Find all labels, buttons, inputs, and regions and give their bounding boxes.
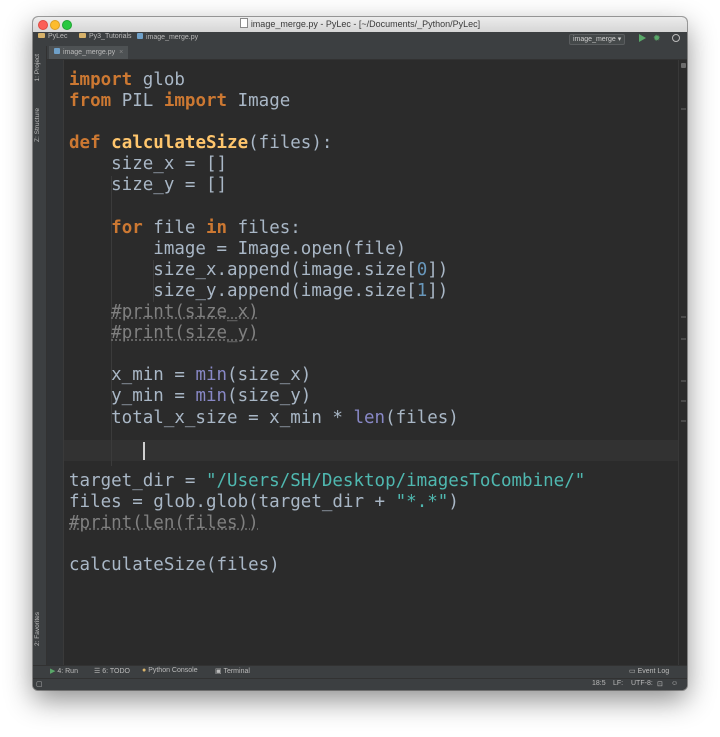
structure-tool-button[interactable]: Z: Structure — [34, 108, 41, 142]
project-tool-label: 1: Project — [34, 54, 41, 82]
breadcrumb-file[interactable]: image_merge.py — [137, 33, 198, 41]
debug-icon[interactable]: ✹ — [653, 33, 661, 44]
breadcrumb-label: image_merge.py — [146, 34, 199, 41]
text-caret — [143, 442, 145, 460]
window-title: image_merge.py - PyLec - [~/Documents/_P… — [250, 19, 481, 29]
chevron-down-icon: ▾ — [617, 36, 622, 43]
project-tool-button[interactable]: 1: Project — [34, 54, 41, 81]
run-tool-label: 4: Run — [57, 668, 78, 675]
file-encoding[interactable]: UTF-8: — [631, 680, 653, 687]
scroll-marker[interactable] — [681, 338, 686, 340]
scroll-marker[interactable] — [681, 380, 686, 382]
line-separator[interactable]: LF: — [613, 680, 623, 687]
title-bar: image_merge.py - PyLec - [~/Documents/_P… — [33, 17, 687, 33]
scroll-marker[interactable] — [681, 400, 686, 402]
breadcrumb-label: Py3_Tutorials — [89, 33, 132, 40]
scroll-marker[interactable] — [681, 420, 686, 422]
terminal-icon: ▣ — [215, 668, 222, 675]
scroll-marker[interactable] — [681, 316, 686, 318]
run-icon[interactable] — [639, 34, 646, 42]
favorites-tool-label: 2: Favorites — [34, 612, 41, 646]
document-icon — [239, 18, 248, 28]
left-tool-strip: 1: Project Z: Structure 2: Favorites — [33, 46, 47, 665]
run-tool-button[interactable]: ▶ 4: Run — [50, 667, 78, 675]
tab-label: image_merge.py — [63, 49, 116, 56]
terminal-label: Terminal — [223, 668, 250, 675]
breadcrumb-label: PyLec — [48, 33, 68, 40]
run-configuration-label: image_merge — [573, 36, 616, 43]
list-icon: ☰ — [94, 668, 101, 675]
tool-windows-toggle-icon[interactable]: ▢ — [36, 680, 43, 688]
ide-window: image_merge.py - PyLec - [~/Documents/_P… — [33, 17, 687, 690]
event-log-tool-button[interactable]: ▭ Event Log — [629, 667, 669, 675]
caret-position[interactable]: 18:5 — [592, 680, 606, 687]
folder-icon — [38, 33, 45, 38]
python-icon: ● — [142, 667, 147, 674]
todo-tool-button[interactable]: ☰ 6: TODO — [94, 667, 130, 675]
inspector-icon[interactable]: ☺ — [671, 680, 678, 687]
python-console-tool-button[interactable]: ● Python Console — [142, 667, 198, 674]
event-log-icon: ▭ — [629, 668, 636, 675]
breadcrumb-project[interactable]: PyLec — [38, 33, 67, 40]
editor-tab-bar: image_merge.py × — [47, 46, 687, 60]
window-title-wrap: image_merge.py - PyLec - [~/Documents/_P… — [33, 18, 687, 29]
folder-icon — [79, 33, 86, 38]
lock-icon[interactable]: ⊡ — [657, 680, 663, 688]
python-file-icon — [54, 48, 60, 54]
python-file-icon — [137, 33, 143, 39]
tab-image-merge[interactable]: image_merge.py × — [49, 46, 129, 59]
event-log-label: Event Log — [637, 668, 670, 675]
run-configuration-select[interactable]: image_merge ▾ — [569, 34, 626, 45]
structure-tool-label: Z: Structure — [34, 108, 41, 142]
python-console-label: Python Console — [148, 667, 198, 674]
bottom-tool-strip: ▶ 4: Run ☰ 6: TODO ● Python Console ▣ Te… — [33, 665, 687, 678]
favorites-tool-button[interactable]: 2: Favorites — [34, 612, 41, 646]
code-text[interactable]: import glob from PIL import Image def ca… — [69, 70, 585, 576]
line-gutter[interactable] — [47, 60, 64, 665]
search-icon[interactable] — [672, 34, 680, 42]
scroll-marker[interactable] — [681, 108, 686, 110]
run-icon: ▶ — [50, 668, 56, 675]
breadcrumb-folder[interactable]: Py3_Tutorials — [79, 33, 132, 40]
navigation-bar: PyLec Py3_Tutorials image_merge.py image… — [33, 32, 687, 47]
terminal-tool-button[interactable]: ▣ Terminal — [215, 667, 250, 675]
status-bar: ▢ 18:5 LF: UTF-8: ⊡ ☺ — [33, 678, 687, 690]
tab-close-icon[interactable]: × — [119, 49, 123, 56]
inspection-status-icon[interactable] — [681, 63, 686, 68]
code-editor[interactable]: import glob from PIL import Image def ca… — [64, 60, 678, 665]
editor-scrollbar[interactable] — [678, 60, 687, 665]
todo-tool-label: 6: TODO — [102, 668, 130, 675]
